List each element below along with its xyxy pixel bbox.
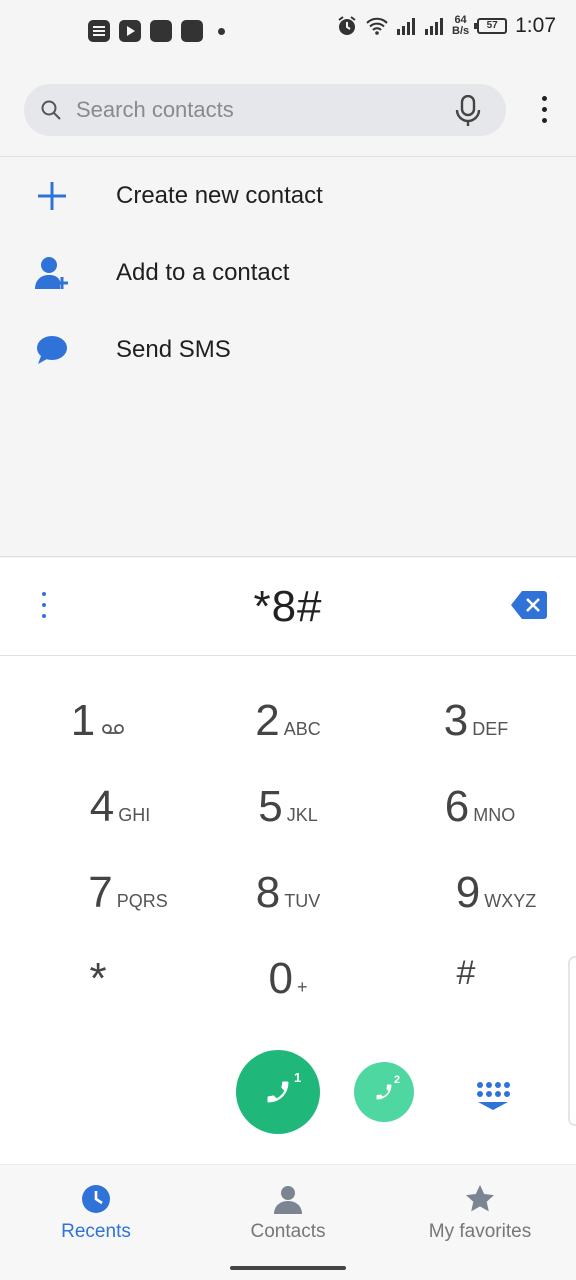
phone-icon [376,1084,392,1100]
key-letters: JKL [286,805,318,825]
dialed-number[interactable]: *8# [0,582,576,632]
star-icon [466,1185,494,1212]
key-8[interactable]: 8 TUV [208,868,368,938]
bottom-navigation: Recents Contacts My favorites [0,1164,576,1280]
call-sim1-button[interactable]: 1 [236,1050,320,1134]
tab-favorites[interactable]: My favorites [384,1183,576,1243]
add-to-contact-label: Add to a contact [116,259,290,286]
key-7[interactable]: 7 PQRS [48,868,208,938]
home-indicator[interactable] [230,1266,346,1270]
sim1-badge: 1 [294,1070,302,1085]
key-4[interactable]: 4 GHI [40,782,200,852]
backspace-icon[interactable] [510,590,548,620]
key-3[interactable]: 3 DEF [396,696,556,766]
tab-recents-label: Recents [61,1221,131,1242]
clock-icon [82,1185,110,1213]
status-bar: 64 B/s 57 1:07 [0,0,576,64]
key-letters: TUV [284,891,321,911]
key-digit: 5 [258,782,283,831]
notes-notification-icon [88,20,110,42]
battery-icon: 57 [474,18,508,34]
more-options-icon[interactable] [538,96,550,128]
search-icon [41,100,61,120]
microphone-icon[interactable] [454,95,482,127]
signal-1-icon [397,18,415,35]
tab-contacts-label: Contacts [250,1221,326,1242]
alarm-icon [338,16,356,35]
keypad: 1 2 ABC 3 DEF 4 GHI 5 JKL 6 MNO 7 PQRS 8 TUV 9W… [0,656,576,1164]
network-speed-unit: B/s [452,25,470,37]
more-notifications-dot-icon [218,27,225,35]
divider [0,156,576,157]
send-sms-item[interactable]: Send SMS [0,315,576,385]
key-letters: DEF [472,719,509,739]
key-digit: * [89,954,107,1003]
person-icon [274,1186,302,1214]
network-speed: 64 B/s [452,15,469,37]
key-digit: 1 [70,696,96,745]
game-notification-icon [181,20,203,42]
add-to-contact-item[interactable]: Add to a contact [0,238,576,308]
notification-icons [88,20,225,42]
side-panel-handle[interactable] [568,956,576,1126]
send-sms-label: Send SMS [116,336,231,363]
tab-contacts[interactable]: Contacts [192,1183,384,1243]
key-letters: GHI [118,805,151,825]
key-digit: 6 [444,782,470,831]
create-new-contact-label: Create new contact [116,182,323,209]
signal-2-icon [425,18,443,35]
search-input[interactable] [76,97,436,123]
key-digit: 2 [255,696,280,745]
key-letters: + [296,977,308,997]
key-9[interactable]: 9 WXYZ [416,868,576,938]
youtube-notification-icon [119,20,141,42]
system-icons: 64 B/s 57 1:07 [336,14,556,38]
key-digit: 7 [88,868,113,917]
voicemail-icon [102,724,125,734]
search-bar[interactable] [24,84,506,136]
key-letters: PQRS [116,891,168,911]
add-person-icon [32,253,72,293]
key-letters: MNO [473,805,516,825]
plus-icon [32,176,72,216]
key-digit: 8 [255,868,281,917]
key-digit: 0 [268,954,293,1003]
key-2[interactable]: 2 ABC [208,696,368,766]
key-letters: ABC [283,719,321,739]
create-new-contact-item[interactable]: Create new contact [0,161,576,231]
key-0[interactable]: 0 + [208,954,368,1024]
key-1[interactable]: 1 [18,696,178,766]
phone-icon [267,1081,289,1103]
tab-favorites-label: My favorites [428,1221,532,1242]
key-6[interactable]: 6 MNO [400,782,560,852]
key-digit: 3 [443,696,469,745]
key-letters: WXYZ [484,891,537,911]
key-digit: # [456,954,476,992]
key-star[interactable]: * [18,954,178,1024]
clock: 1:07 [515,14,556,37]
key-5[interactable]: 5 JKL [208,782,368,852]
message-icon [32,330,72,370]
key-digit: 9 [455,868,481,917]
call-sim2-button[interactable]: 2 [354,1062,414,1122]
dial-display: *8# [0,558,576,656]
app-notification-icon [150,20,172,42]
hide-keypad-icon[interactable] [472,1080,514,1112]
sim2-badge: 2 [394,1074,401,1086]
key-hash[interactable]: # [386,954,546,1024]
wifi-icon [366,17,388,35]
divider [0,556,576,557]
tab-recents[interactable]: Recents [0,1183,192,1243]
key-digit: 4 [89,782,115,831]
